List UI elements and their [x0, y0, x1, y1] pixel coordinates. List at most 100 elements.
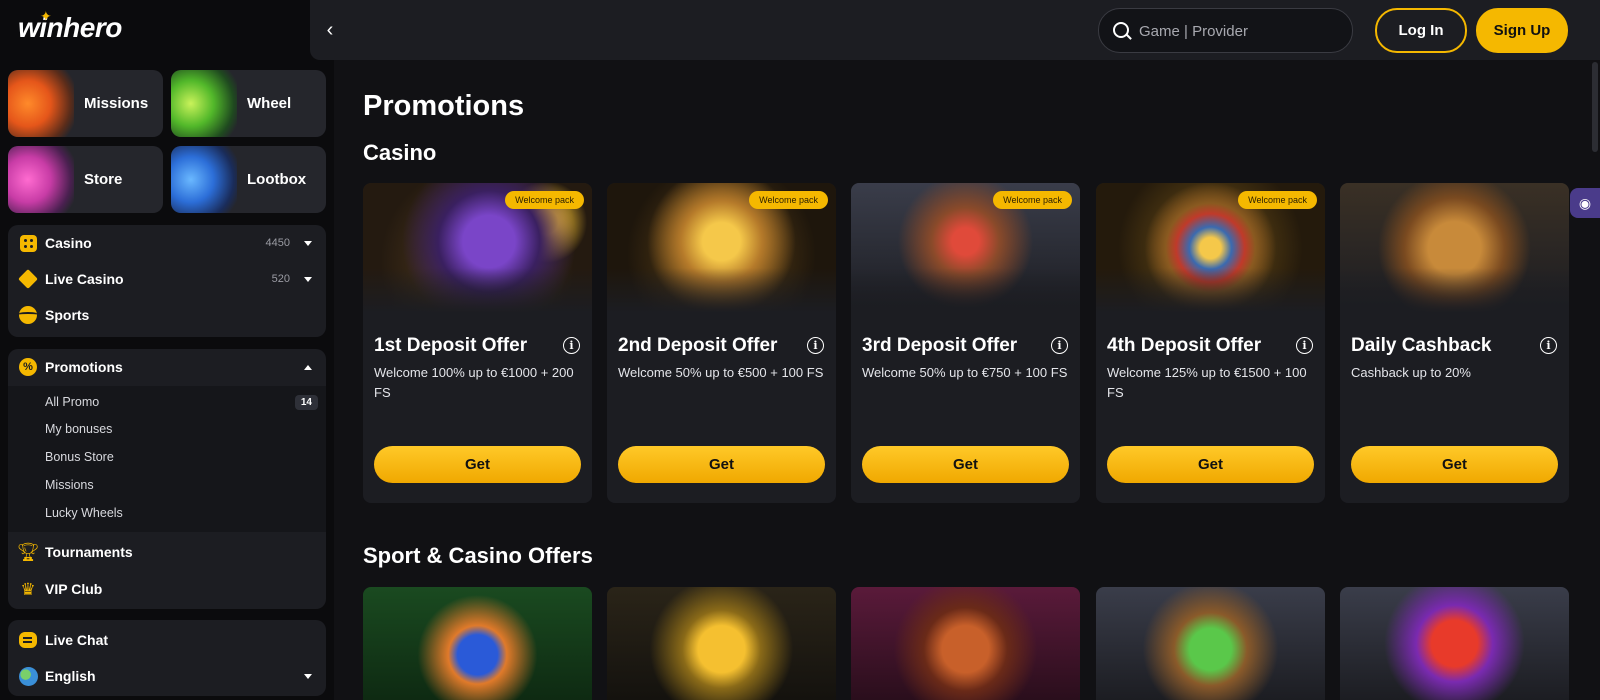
brain-widget-icon[interactable]: ◉ [1570, 188, 1600, 218]
missions-target-icon [8, 70, 74, 137]
promo-card: Welcome pack 1st Deposit Offer i Welcome… [363, 183, 592, 503]
submenu-item-my-bonuses[interactable]: My bonuses [45, 422, 112, 436]
welcome-pack-badge: Welcome pack [1238, 191, 1317, 209]
nav-group-games: Casino 4450 Live Casino 520 Sports [8, 225, 326, 337]
scrollbar-thumb[interactable] [1592, 62, 1598, 152]
info-icon[interactable]: i [563, 337, 580, 354]
get-button[interactable]: Get [1107, 446, 1314, 483]
submenu-item-bonus-store[interactable]: Bonus Store [45, 450, 114, 464]
chevron-down-icon[interactable] [304, 240, 312, 246]
info-icon[interactable]: i [1540, 337, 1557, 354]
sidebar-item-sports[interactable]: Sports [8, 297, 326, 333]
welcome-pack-badge: Welcome pack [749, 191, 828, 209]
sidebar: ✦ winhero Missions Wheel Store Lootbox C… [0, 0, 334, 700]
sidebar-item-label: Casino [45, 235, 92, 251]
globe-icon [18, 666, 38, 686]
get-button[interactable]: Get [618, 446, 825, 483]
sidebar-item-live-casino[interactable]: Live Casino 520 [8, 261, 326, 297]
sport-ball-helmet-image[interactable] [363, 587, 592, 700]
nav-group-footer: Live Chat English [8, 620, 326, 696]
submenu-label: My bonuses [45, 422, 113, 436]
card-description: Welcome 125% up to €1500 + 100 FS [1107, 365, 1307, 400]
dice-icon [18, 233, 38, 253]
submenu-label: Missions [45, 478, 94, 492]
chevron-up-icon[interactable] [304, 364, 312, 370]
tile-store[interactable]: Store [8, 146, 163, 213]
card-description: Cashback up to 20% [1351, 365, 1471, 380]
lucky-seven-fruits-image[interactable] [1340, 587, 1569, 700]
search-icon [1113, 22, 1129, 38]
cactus-cowboy-image[interactable] [1096, 587, 1325, 700]
trophy-icon: 🏆︎ [16, 542, 40, 562]
chevron-down-icon[interactable] [304, 673, 312, 679]
logo-text: winhero [18, 12, 122, 43]
language-selector[interactable]: English [8, 658, 326, 694]
card-title: 2nd Deposit Offer [618, 335, 778, 356]
diamond-icon [18, 269, 38, 289]
promo-card: Daily Cashback i Cashback up to 20% Get [1340, 183, 1569, 503]
game-count: 520 [271, 273, 290, 285]
football-gamepad-image[interactable] [851, 587, 1080, 700]
get-button[interactable]: Get [862, 446, 1069, 483]
submenu-item-all-promo[interactable]: All Promo [45, 395, 316, 415]
back-chevron-icon[interactable]: ‹ [318, 16, 342, 44]
game-count: 4450 [265, 237, 290, 249]
sidebar-item-label: Live Casino [45, 271, 124, 287]
promotions-submenu: All Promo 14 My bonuses Bonus Store Miss… [8, 386, 326, 532]
sidebar-item-label: Live Chat [45, 632, 109, 648]
login-button[interactable]: Log In [1375, 8, 1467, 53]
store-icon [8, 146, 74, 213]
sidebar-item-label: VIP Club [45, 581, 103, 597]
get-button[interactable]: Get [1351, 446, 1558, 483]
wheel-icon [171, 70, 237, 137]
card-title: 4th Deposit Offer [1107, 335, 1262, 356]
submenu-item-lucky-wheels[interactable]: Lucky Wheels [45, 506, 123, 520]
lootbox-icon [171, 146, 237, 213]
page-title: Promotions [363, 90, 525, 122]
promo-card: Welcome pack 4th Deposit Offer i Welcome… [1096, 183, 1325, 503]
promo-card: Welcome pack 3rd Deposit Offer i Welcome… [851, 183, 1080, 503]
sidebar-item-label: Sports [45, 307, 90, 323]
count-badge: 14 [294, 395, 318, 410]
trophy-cup-image[interactable] [607, 587, 836, 700]
sidebar-item-tournaments[interactable]: 🏆︎ Tournaments [8, 534, 326, 570]
sidebar-item-vip-club[interactable]: ♛ VIP Club [8, 571, 326, 607]
info-icon[interactable]: i [1296, 337, 1313, 354]
get-button[interactable]: Get [374, 446, 581, 483]
info-icon[interactable]: i [1051, 337, 1068, 354]
promo-card: Welcome pack 2nd Deposit Offer i Welcome… [607, 183, 836, 503]
section-title-sport-casino: Sport & Casino Offers [363, 543, 593, 568]
chat-icon [18, 630, 38, 650]
scrollbar-track[interactable] [1590, 60, 1598, 700]
section-title-casino: Casino [363, 140, 437, 165]
card-description: Welcome 100% up to €1000 + 200 FS [374, 365, 574, 400]
submenu-label: Lucky Wheels [45, 506, 123, 520]
info-icon[interactable]: i [807, 337, 824, 354]
tile-lootbox[interactable]: Lootbox [171, 146, 326, 213]
language-label: English [45, 668, 96, 684]
tile-missions[interactable]: Missions [8, 70, 163, 137]
logo[interactable]: ✦ winhero [18, 8, 122, 44]
tile-wheel[interactable]: Wheel [171, 70, 326, 137]
search-box[interactable] [1098, 8, 1353, 53]
tile-label: Missions [84, 95, 149, 112]
crown-icon: ♛ [20, 579, 36, 599]
submenu-label: Bonus Store [45, 450, 114, 464]
card-title: Daily Cashback [1351, 335, 1492, 356]
sidebar-item-promotions[interactable]: % Promotions [8, 349, 326, 385]
sidebar-item-live-chat[interactable]: Live Chat [8, 622, 326, 658]
tile-label: Wheel [247, 95, 292, 112]
tile-label: Lootbox [247, 171, 307, 188]
search-input[interactable] [1139, 19, 1339, 43]
sidebar-item-label: Promotions [45, 359, 123, 375]
signup-button[interactable]: Sign Up [1476, 8, 1568, 53]
card-description: Welcome 50% up to €750 + 100 FS [862, 365, 1068, 380]
card-title: 1st Deposit Offer [374, 335, 528, 356]
sidebar-item-casino[interactable]: Casino 4450 [8, 225, 326, 261]
welcome-pack-badge: Welcome pack [993, 191, 1072, 209]
star-icon: ✦ [40, 8, 52, 24]
nav-group-promotions: % Promotions All Promo 14 My bonuses Bon… [8, 349, 326, 609]
card-title: 3rd Deposit Offer [862, 335, 1018, 356]
submenu-item-missions[interactable]: Missions [45, 478, 94, 492]
chevron-down-icon[interactable] [304, 276, 312, 282]
